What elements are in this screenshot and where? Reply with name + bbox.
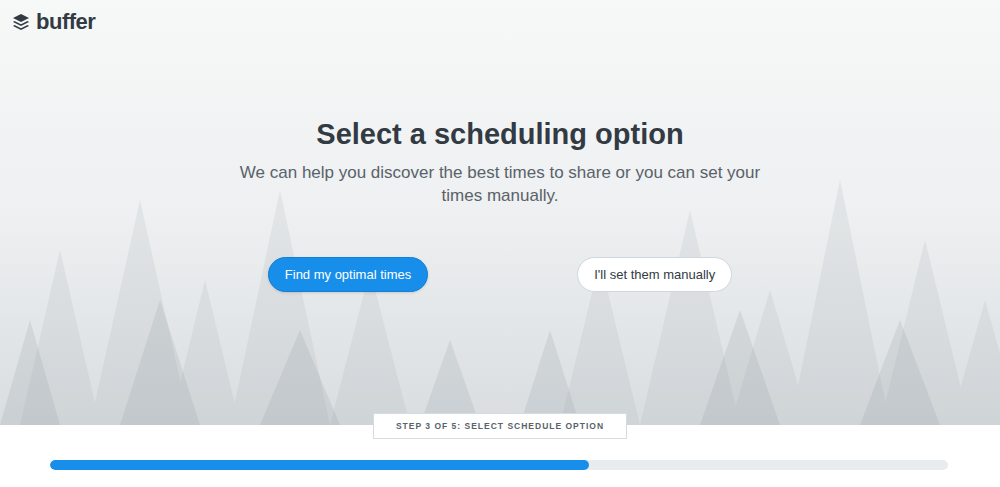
subtitle: We can help you discover the best times …	[220, 161, 780, 207]
step-label: STEP 3 OF 5: SELECT SCHEDULE OPTION	[373, 413, 627, 439]
find-optimal-times-button[interactable]: Find my optimal times	[268, 257, 428, 292]
button-row: Find my optimal times I'll set them manua…	[268, 257, 732, 292]
set-manually-button[interactable]: I'll set them manually	[577, 257, 732, 292]
buffer-logo[interactable]: buffer	[12, 10, 95, 34]
heading: Select a scheduling option	[316, 116, 683, 152]
layers-icon	[12, 13, 30, 31]
progress-track	[50, 460, 948, 470]
hero: buffer Select a scheduling option We can …	[0, 0, 1000, 425]
logo-text: buffer	[36, 10, 95, 34]
footer: STEP 3 OF 5: SELECT SCHEDULE OPTION	[0, 425, 1000, 487]
forest-background-icon	[0, 0, 1000, 425]
progress-fill	[50, 460, 589, 470]
